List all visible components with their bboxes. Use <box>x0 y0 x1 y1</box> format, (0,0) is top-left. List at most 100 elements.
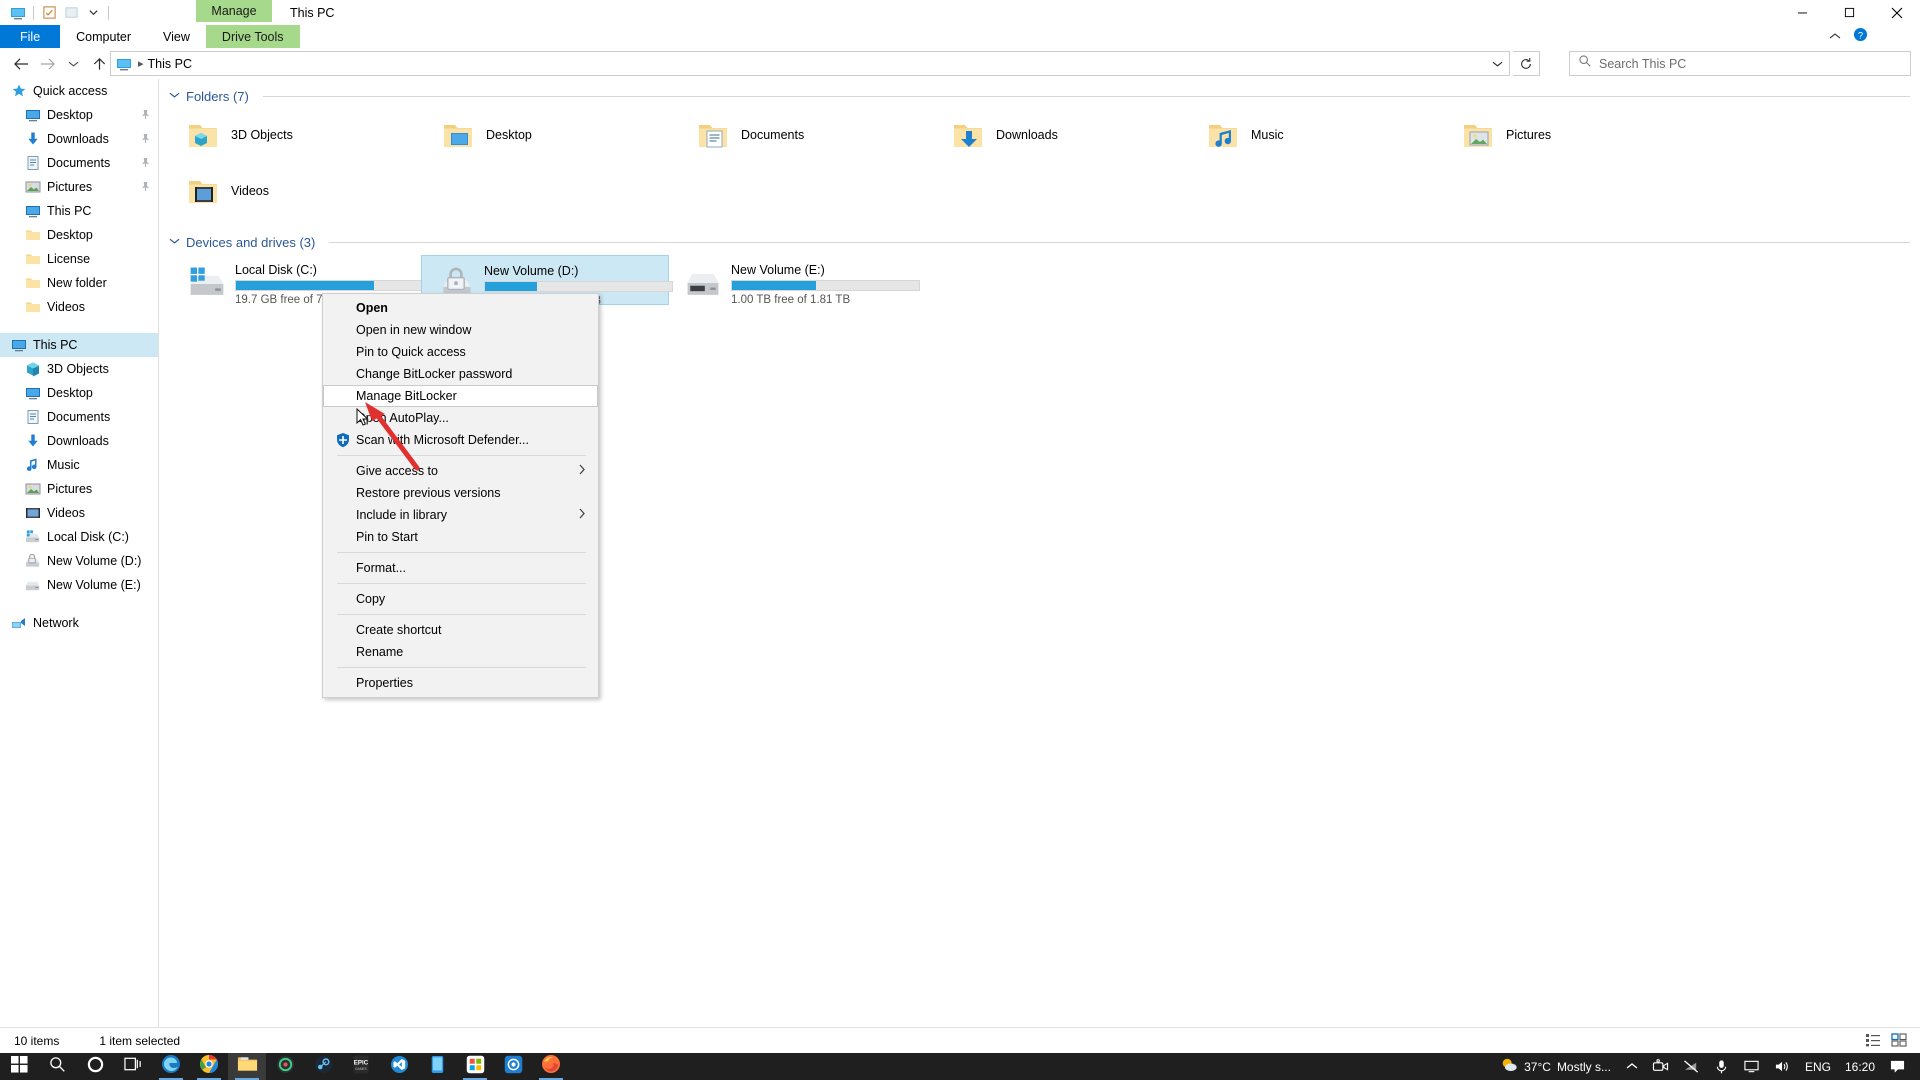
sidebar-item-documents[interactable]: Documents <box>0 151 158 175</box>
drives-group-header[interactable]: Devices and drives (3) <box>159 231 1920 253</box>
navigation-pane[interactable]: Quick accessDesktopDownloadsDocumentsPic… <box>0 79 158 1034</box>
edge-button[interactable] <box>152 1053 190 1080</box>
chrome-button[interactable] <box>190 1053 228 1080</box>
microsoft-store-button[interactable] <box>456 1053 494 1080</box>
drive-tile[interactable]: New Volume (E:)1.00 TB free of 1.81 TB <box>669 255 917 305</box>
help-icon[interactable]: ? <box>1853 27 1868 47</box>
folder-tile[interactable]: Desktop <box>428 107 683 163</box>
sidebar-item-desktop[interactable]: Desktop <box>0 381 158 405</box>
minimize-button[interactable] <box>1779 0 1826 25</box>
tab-file[interactable]: File <box>0 25 60 48</box>
details-view-icon[interactable] <box>1862 1029 1884 1051</box>
folder-tile[interactable]: Music <box>1193 107 1448 163</box>
context-menu-item-pin-to-quick-access[interactable]: Pin to Quick access <box>323 341 598 363</box>
sidebar-item-downloads[interactable]: Downloads <box>0 429 158 453</box>
customize-dropdown-icon[interactable] <box>82 2 104 24</box>
sidebar-item-new-volume-e[interactable]: New Volume (E:) <box>0 573 158 597</box>
visual-studio-button[interactable] <box>380 1053 418 1080</box>
epic-games-button[interactable]: EPICGAMES <box>342 1053 380 1080</box>
sidebar-item-videos[interactable]: Videos <box>0 501 158 525</box>
tray-overflow-button[interactable] <box>1619 1053 1645 1080</box>
sidebar-item-new-folder[interactable]: New folder <box>0 271 158 295</box>
folder-tile[interactable]: Documents <box>683 107 938 163</box>
start-button[interactable] <box>0 1053 38 1080</box>
context-menu-item-open[interactable]: Open <box>323 297 598 319</box>
search-button[interactable] <box>38 1053 76 1080</box>
system-tray[interactable]: 37°C Mostly s... ENG 16:20 <box>1490 1053 1920 1080</box>
task-view-button[interactable] <box>114 1053 152 1080</box>
context-menu-item-rename[interactable]: Rename <box>323 641 598 663</box>
context-menu-item-include-in-library[interactable]: Include in library <box>323 504 598 526</box>
display-icon[interactable] <box>1736 1053 1767 1080</box>
close-button[interactable] <box>1873 0 1920 25</box>
folders-group-header[interactable]: Folders (7) <box>159 85 1920 107</box>
folders-grid[interactable]: 3D ObjectsDesktopDocumentsDownloadsMusic… <box>159 107 1920 219</box>
chevron-down-icon[interactable] <box>169 91 180 102</box>
network-disconnected-icon[interactable] <box>1676 1053 1707 1080</box>
folder-tile[interactable]: Pictures <box>1448 107 1703 163</box>
language-indicator[interactable]: ENG <box>1798 1053 1838 1080</box>
microphone-icon[interactable] <box>1707 1053 1736 1080</box>
context-menu-item-restore-previous-versions[interactable]: Restore previous versions <box>323 482 598 504</box>
photos-button[interactable] <box>494 1053 532 1080</box>
sidebar-item-quick-access[interactable]: Quick access <box>0 79 158 103</box>
phone-link-button[interactable] <box>418 1053 456 1080</box>
cortana-button[interactable] <box>76 1053 114 1080</box>
address-dropdown-icon[interactable] <box>1485 52 1509 75</box>
sidebar-item-pictures[interactable]: Pictures <box>0 175 158 199</box>
pin-icon[interactable] <box>141 181 150 195</box>
context-menu-item-copy[interactable]: Copy <box>323 588 598 610</box>
sidebar-item-pictures[interactable]: Pictures <box>0 477 158 501</box>
tab-view[interactable]: View <box>147 25 206 48</box>
context-menu-item-create-shortcut[interactable]: Create shortcut <box>323 619 598 641</box>
this-pc-icon[interactable] <box>7 2 29 24</box>
sidebar-item-desktop[interactable]: Desktop <box>0 223 158 247</box>
sidebar-item-videos[interactable]: Videos <box>0 295 158 319</box>
back-button[interactable] <box>8 51 34 77</box>
new-folder-icon[interactable] <box>60 2 82 24</box>
chevron-down-icon-drives[interactable] <box>169 237 180 248</box>
sidebar-item-local-disk-c[interactable]: Local Disk (C:) <box>0 525 158 549</box>
sidebar-item-desktop[interactable]: Desktop <box>0 103 158 127</box>
context-menu-item-open-in-new-window[interactable]: Open in new window <box>323 319 598 341</box>
forward-button[interactable] <box>34 51 60 77</box>
context-menu-item-pin-to-start[interactable]: Pin to Start <box>323 526 598 548</box>
folder-tile[interactable]: 3D Objects <box>173 107 428 163</box>
sidebar-item-this-pc[interactable]: This PC <box>0 333 158 357</box>
properties-icon[interactable] <box>38 2 60 24</box>
sidebar-item-documents[interactable]: Documents <box>0 405 158 429</box>
search-box[interactable]: Search This PC <box>1569 51 1911 76</box>
camera-icon[interactable] <box>1645 1053 1676 1080</box>
maximize-button[interactable] <box>1826 0 1873 25</box>
volume-icon[interactable] <box>1767 1053 1798 1080</box>
clock[interactable]: 16:20 <box>1838 1053 1882 1080</box>
sidebar-item-new-volume-d[interactable]: New Volume (D:) <box>0 549 158 573</box>
sidebar-item-this-pc[interactable]: This PC <box>0 199 158 223</box>
sidebar-item-3d-objects[interactable]: 3D Objects <box>0 357 158 381</box>
sidebar-item-music[interactable]: Music <box>0 453 158 477</box>
action-center-icon[interactable] <box>1882 1053 1920 1080</box>
pin-icon[interactable] <box>141 157 150 171</box>
steam-button[interactable] <box>304 1053 342 1080</box>
large-icons-view-icon[interactable] <box>1888 1029 1910 1051</box>
folder-tile[interactable]: Downloads <box>938 107 1193 163</box>
firefox-button[interactable] <box>532 1053 570 1080</box>
context-menu-item-properties[interactable]: Properties <box>323 672 598 694</box>
folder-tile[interactable]: Videos <box>173 163 428 219</box>
pin-icon[interactable] <box>141 133 150 147</box>
sidebar-item-downloads[interactable]: Downloads <box>0 127 158 151</box>
ribbon-expand-icon[interactable] <box>1829 28 1841 46</box>
drive-context-menu[interactable]: OpenOpen in new windowPin to Quick acces… <box>322 293 599 698</box>
sidebar-item-network[interactable]: Network <box>0 611 158 635</box>
recent-locations-button[interactable] <box>60 51 86 77</box>
media-player-button[interactable] <box>266 1053 304 1080</box>
tab-computer[interactable]: Computer <box>60 25 147 48</box>
address-bar[interactable]: ▸ This PC <box>110 51 1510 76</box>
search-input[interactable]: Search This PC <box>1599 57 1686 71</box>
tab-drive-tools[interactable]: Drive Tools <box>206 25 300 48</box>
file-explorer-button[interactable] <box>228 1053 266 1080</box>
pin-icon[interactable] <box>141 109 150 123</box>
context-menu-item-format[interactable]: Format... <box>323 557 598 579</box>
refresh-button[interactable] <box>1513 51 1540 76</box>
breadcrumb-current[interactable]: This PC <box>148 57 192 71</box>
